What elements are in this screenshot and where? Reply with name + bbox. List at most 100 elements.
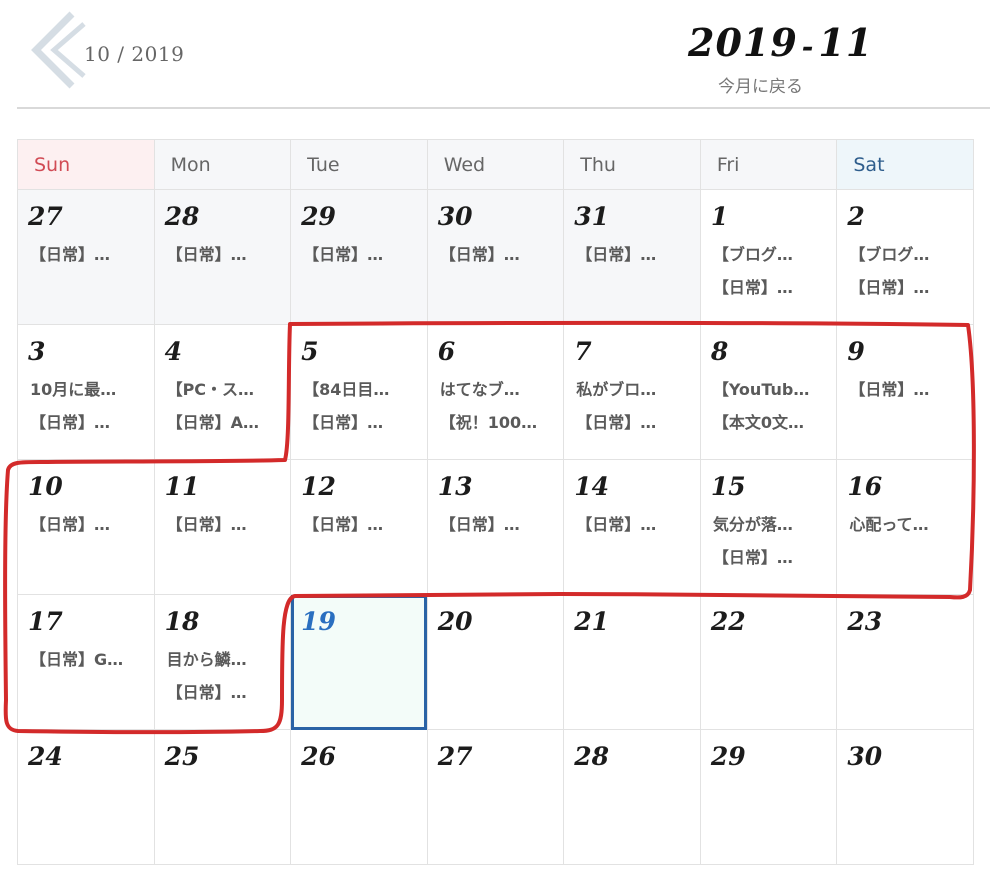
post-link[interactable]: 【日常】…	[30, 238, 148, 271]
day-cell-thu[interactable]: 7 私がブロ… 【日常】…	[563, 324, 701, 460]
post-link[interactable]: 【日常】…	[849, 271, 967, 304]
day-cell-tue[interactable]: 12 【日常】…	[290, 459, 428, 595]
post-link[interactable]: 【日常】…	[30, 406, 148, 439]
day-cell-wed[interactable]: 20	[426, 594, 565, 730]
post-link[interactable]: 【日常】…	[713, 541, 831, 574]
weekday-sun: Sun	[17, 139, 155, 190]
day-cell-fri[interactable]: 8 【YouTub… 【本文0文…	[699, 324, 838, 460]
post-link[interactable]: 【日常】…	[303, 508, 421, 541]
day-number: 16	[847, 472, 883, 501]
post-link[interactable]: 【日常】…	[849, 373, 967, 406]
post-link[interactable]: はてなブ…	[440, 373, 558, 406]
day-cell-wed[interactable]: 6 はてなブ… 【祝！100…	[426, 324, 565, 460]
post-link[interactable]: 【日常】…	[167, 508, 285, 541]
post-list: 【日常】…	[440, 238, 564, 271]
day-number: 23	[847, 607, 883, 636]
day-number: 12	[301, 472, 336, 501]
post-link[interactable]: 【祝！100…	[440, 406, 558, 439]
weekday-fri: Fri	[699, 139, 838, 190]
day-number: 7	[574, 337, 592, 366]
post-link[interactable]: 【YouTub…	[713, 373, 831, 406]
day-number: 30	[847, 742, 883, 771]
post-list: 【ブログ… 【日常】…	[849, 238, 973, 304]
day-cell-thu[interactable]: 28	[563, 729, 701, 865]
post-list: 私がブロ… 【日常】…	[576, 373, 700, 439]
post-link[interactable]: 目から鱗…	[167, 643, 285, 676]
day-cell-mon[interactable]: 25	[153, 729, 292, 865]
calendar-header: 10 / 2019 2019-11 今月に戻る	[0, 0, 990, 110]
day-cell-fri[interactable]: 22	[699, 594, 838, 730]
week-row: 3 10月に最… 【日常】… 4 【PC・ス… 【日常】A… 5 【84日目… 【日常】… 6 はて…	[17, 324, 974, 460]
day-cell-wed[interactable]: 13 【日常】…	[426, 459, 565, 595]
day-cell-sat[interactable]: 2 【ブログ… 【日常】…	[836, 189, 974, 325]
post-link[interactable]: 【日常】…	[167, 676, 285, 709]
day-number: 13	[437, 472, 473, 501]
post-link[interactable]: 【84日目…	[303, 373, 421, 406]
day-cell-fri[interactable]: 15 気分が落… 【日常】…	[699, 459, 838, 595]
day-number: 5	[301, 337, 319, 366]
day-cell-wed[interactable]: 30 【日常】…	[426, 189, 565, 325]
day-cell-fri[interactable]: 1 【ブログ… 【日常】…	[699, 189, 838, 325]
week-row: 17 【日常】G… 18 目から鱗… 【日常】… 19 20 21 22 23	[17, 594, 974, 730]
day-cell-mon[interactable]: 4 【PC・ス… 【日常】A…	[153, 324, 292, 460]
post-link[interactable]: 【日常】…	[30, 508, 148, 541]
post-link[interactable]: 【日常】…	[576, 508, 694, 541]
day-cell-tue[interactable]: 5 【84日目… 【日常】…	[290, 324, 428, 460]
day-cell-mon[interactable]: 11 【日常】…	[153, 459, 292, 595]
post-list: 心配って…	[849, 508, 973, 541]
day-cell-sat[interactable]: 16 心配って…	[836, 459, 974, 595]
day-cell-fri[interactable]: 29	[699, 729, 838, 865]
day-number: 27	[437, 742, 473, 771]
day-cell-tue[interactable]: 26	[290, 729, 428, 865]
day-cell-thu[interactable]: 21	[563, 594, 701, 730]
post-list: 【日常】…	[849, 373, 973, 406]
post-link[interactable]: 【日常】…	[713, 271, 831, 304]
post-list: 【日常】…	[30, 508, 154, 541]
post-list: 目から鱗… 【日常】…	[167, 643, 291, 709]
post-link[interactable]: 【ブログ…	[849, 238, 967, 271]
day-cell-tue[interactable]: 19	[290, 594, 428, 730]
post-link[interactable]: 私がブロ…	[576, 373, 694, 406]
post-link[interactable]: 【日常】…	[576, 406, 694, 439]
day-number: 31	[574, 202, 610, 231]
back-to-current-month-link[interactable]: 今月に戻る	[718, 72, 803, 97]
day-cell-sat[interactable]: 23	[836, 594, 974, 730]
post-link[interactable]: 【日常】…	[440, 238, 558, 271]
post-link[interactable]: 【本文0文…	[713, 406, 831, 439]
title-separator: -	[801, 30, 815, 63]
weekday-thu: Thu	[563, 139, 701, 190]
post-link[interactable]: 【日常】…	[303, 406, 421, 439]
week-row: 24 25 26 27 28 29 30	[17, 729, 974, 865]
post-link[interactable]: 気分が落…	[713, 508, 831, 541]
day-cell-sat[interactable]: 9 【日常】…	[836, 324, 974, 460]
day-cell-sun[interactable]: 17 【日常】G…	[17, 594, 155, 730]
title-month: 11	[818, 20, 874, 65]
day-number: 19	[301, 607, 336, 636]
day-cell-sun[interactable]: 24	[17, 729, 155, 865]
day-cell-thu[interactable]: 31 【日常】…	[563, 189, 701, 325]
post-list: 10月に最… 【日常】…	[30, 373, 154, 439]
previous-month-link[interactable]: 10 / 2019	[84, 42, 184, 66]
post-link[interactable]: 【日常】…	[167, 238, 285, 271]
day-cell-sun[interactable]: 10 【日常】…	[17, 459, 155, 595]
post-link[interactable]: 【日常】…	[576, 238, 694, 271]
day-cell-sun[interactable]: 27 【日常】…	[17, 189, 155, 325]
day-cell-mon[interactable]: 28 【日常】…	[153, 189, 292, 325]
day-cell-thu[interactable]: 14 【日常】…	[563, 459, 701, 595]
post-link[interactable]: 【PC・ス…	[167, 373, 285, 406]
post-link[interactable]: 【日常】A…	[167, 406, 285, 439]
chevron-double-left-icon[interactable]	[26, 10, 86, 90]
day-cell-tue[interactable]: 29 【日常】…	[290, 189, 428, 325]
day-cell-sat[interactable]: 30	[836, 729, 974, 865]
day-number: 29	[301, 202, 336, 231]
post-link[interactable]: 【日常】…	[303, 238, 421, 271]
day-cell-mon[interactable]: 18 目から鱗… 【日常】…	[153, 594, 292, 730]
post-link[interactable]: 【日常】…	[440, 508, 558, 541]
post-link[interactable]: 【ブログ…	[713, 238, 831, 271]
day-cell-wed[interactable]: 27	[426, 729, 565, 865]
post-list: 【日常】…	[303, 508, 427, 541]
post-link[interactable]: 心配って…	[849, 508, 967, 541]
post-link[interactable]: 【日常】G…	[30, 643, 148, 676]
post-link[interactable]: 10月に最…	[30, 373, 148, 406]
day-cell-sun[interactable]: 3 10月に最… 【日常】…	[17, 324, 155, 460]
